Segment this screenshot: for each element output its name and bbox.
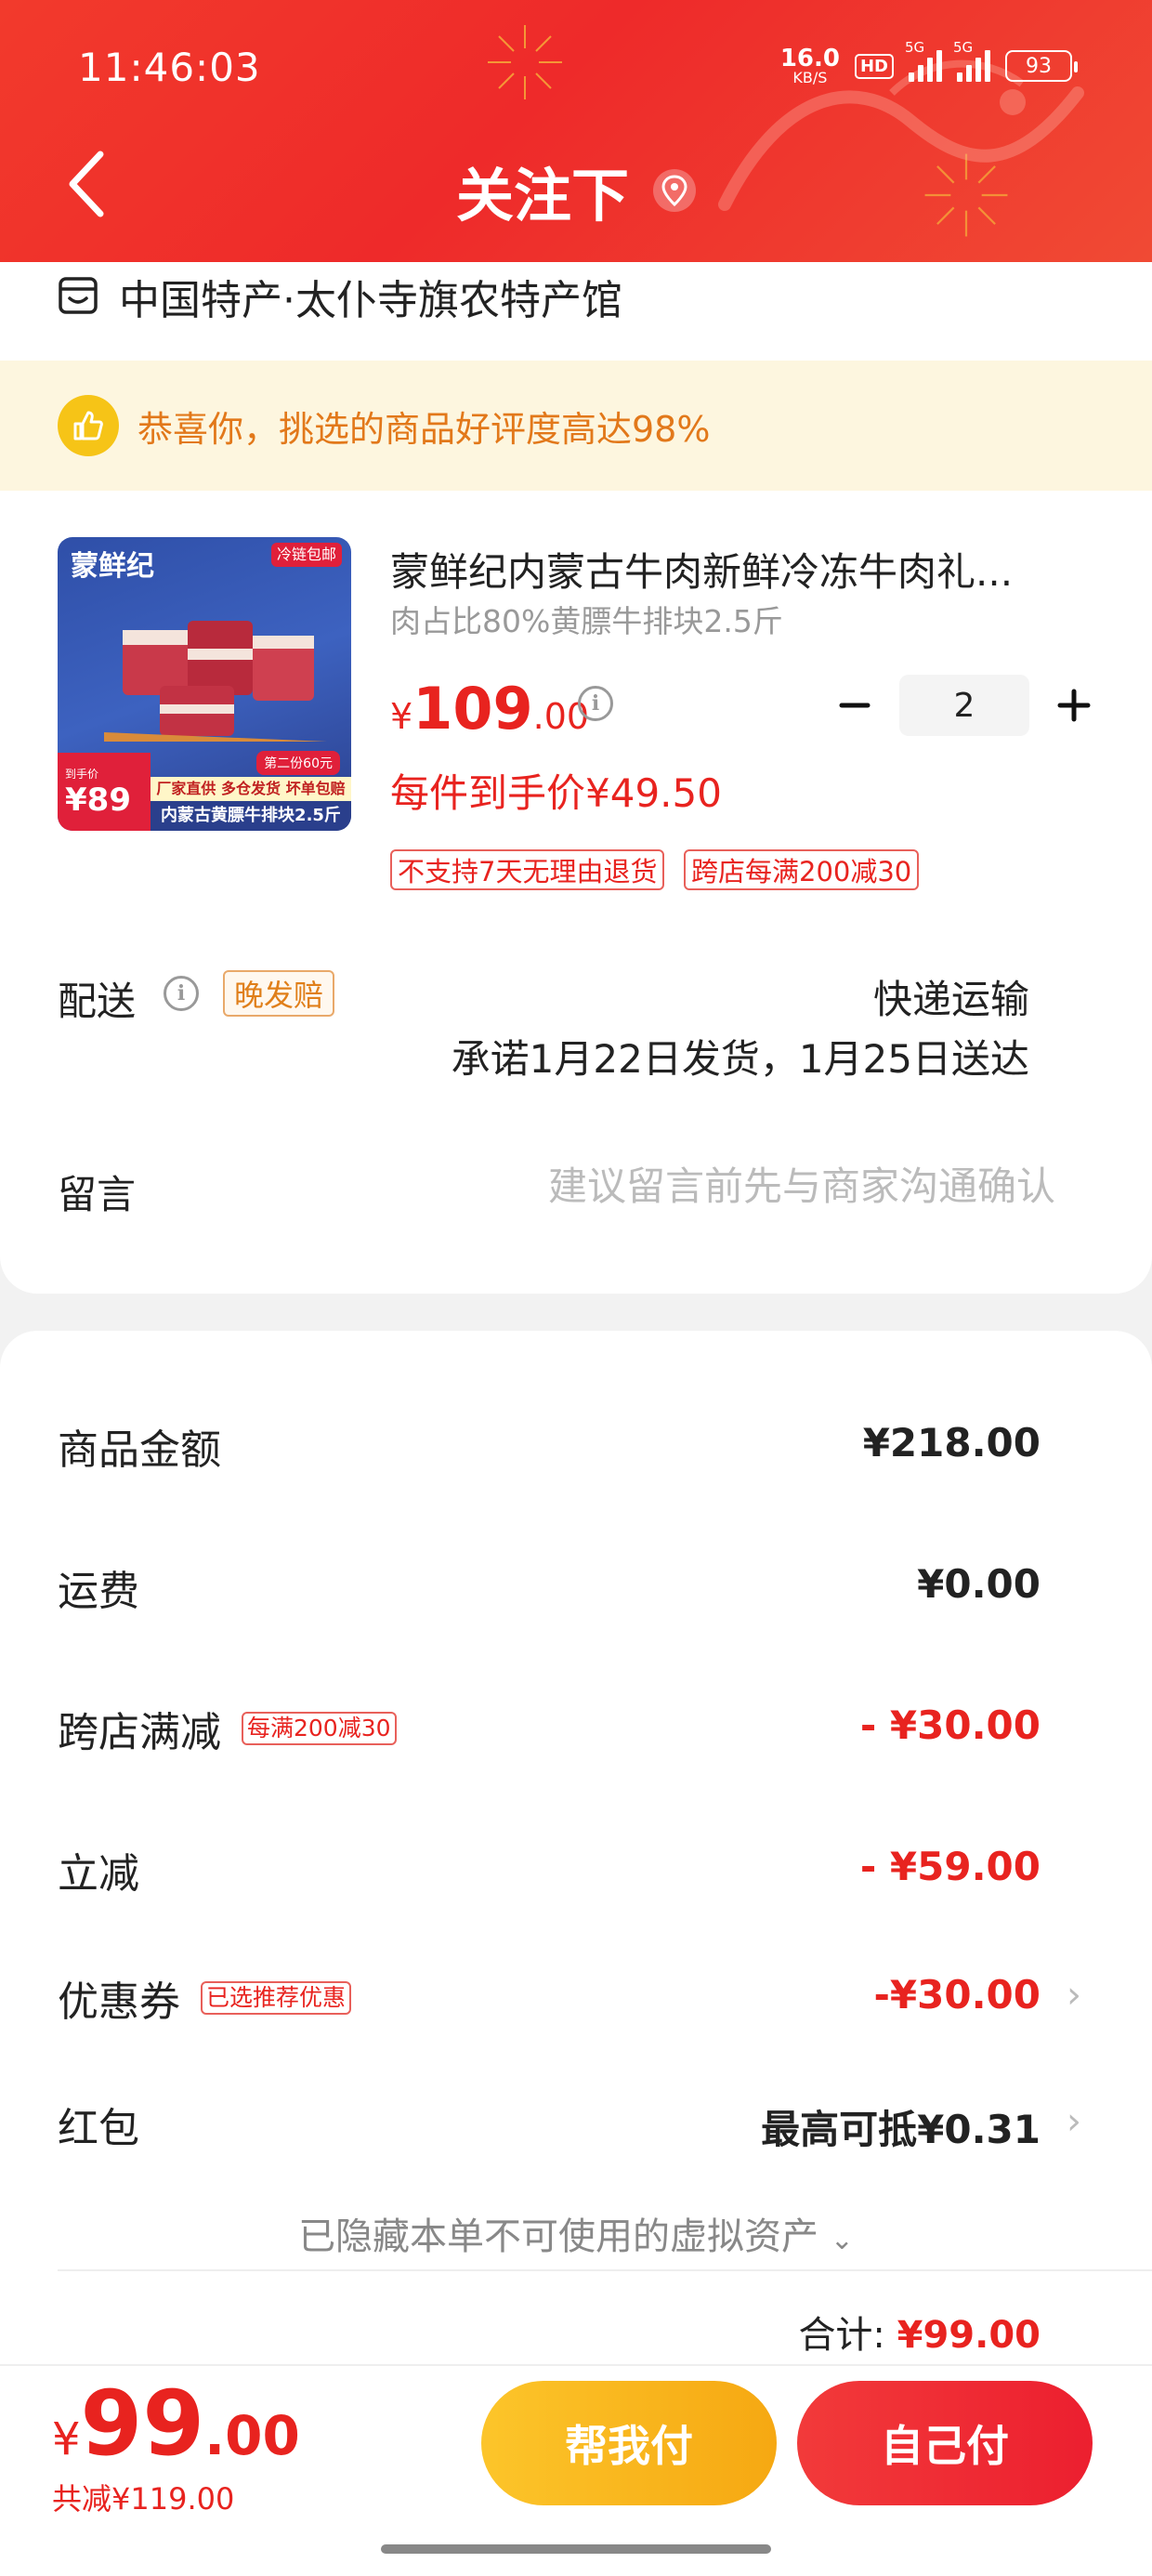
- quantity-stepper: 2: [827, 675, 1102, 736]
- signal-1-label: 5G: [905, 39, 925, 56]
- product-image[interactable]: 蒙鲜纪 冷链包邮 到手价 ¥89 第二份60元 厂家直供 多仓发货 坏单包赔 内…: [58, 537, 351, 831]
- red-packet-value: 最高可抵¥0.31: [761, 2107, 1041, 2152]
- signal-1-icon: 5G: [905, 39, 942, 82]
- quantity-value[interactable]: 2: [899, 675, 1029, 736]
- final-price-decimal: .00: [204, 2404, 300, 2467]
- product-image-brand: 蒙鲜纪: [71, 550, 154, 583]
- product-image-corner-tag: 冷链包邮: [270, 543, 342, 567]
- product-price-integer: 109: [412, 675, 533, 743]
- coupon-row[interactable]: 优惠券 已选推荐优惠 -¥30.00 ›: [58, 1968, 1152, 2033]
- cross-store-value: - ¥30.00: [859, 1702, 1041, 1748]
- instant-discount-value: - ¥59.00: [859, 1844, 1041, 1889]
- status-time: 11:46:03: [78, 45, 261, 90]
- battery-level: 93: [1026, 54, 1052, 78]
- final-price-integer: 99: [80, 2372, 205, 2476]
- chevron-right-icon[interactable]: ›: [1067, 2100, 1081, 2143]
- red-packet-row[interactable]: 红包 最高可抵¥0.31 ›: [58, 2095, 1152, 2160]
- cross-store-row: 跨店满减 每满200减30 - ¥30.00: [58, 1699, 1152, 1764]
- product-price: ¥ 109 .00: [390, 675, 589, 743]
- status-indicators: 16.0 KB/S HD 5G 5G 93: [780, 39, 1078, 85]
- plus-button[interactable]: [1046, 677, 1102, 733]
- cross-store-discount-tag: 跨店每满200减30: [684, 849, 920, 890]
- rating-banner: 恭喜你，挑选的商品好评度高达98%: [0, 361, 1152, 491]
- product-price-currency: ¥: [390, 696, 413, 737]
- hidden-assets-text: 已隐藏本单不可使用的虚拟资产: [298, 2215, 819, 2258]
- signal-2-icon: 5G: [953, 39, 990, 82]
- firework-decoration-icon: [488, 25, 562, 99]
- total-saved: 共减¥119.00: [52, 2481, 235, 2517]
- coupon-value: -¥30.00: [873, 1972, 1041, 2017]
- instant-discount-row: 立减 - ¥59.00: [58, 1840, 1152, 1905]
- cross-store-rule-tag: 每满200减30: [242, 1712, 397, 1745]
- thumbs-up-icon: [58, 395, 119, 456]
- rating-banner-text: 恭喜你，挑选的商品好评度高达98%: [137, 408, 711, 450]
- network-speed: 16.0 KB/S: [780, 46, 840, 85]
- total-label: 合计:: [798, 2314, 885, 2357]
- summary-divider: [58, 2269, 1152, 2271]
- location-pin-icon[interactable]: [653, 169, 696, 212]
- plus-icon: [1057, 689, 1091, 722]
- minus-button[interactable]: [827, 677, 883, 733]
- beef-cubes-icon: [104, 621, 327, 742]
- delivery-method[interactable]: 快递运输: [873, 968, 1029, 1025]
- product-image-second-offer: 第二份60元: [256, 751, 340, 775]
- instant-discount-label: 立减: [58, 1850, 139, 1898]
- signal-2-label: 5G: [953, 39, 974, 56]
- minus-icon: [839, 703, 871, 708]
- final-price-currency: ¥: [52, 2413, 81, 2465]
- cross-store-label-wrap: 跨店满减 每满200减30: [58, 1699, 397, 1758]
- help-me-pay-button[interactable]: 帮我付: [481, 2381, 777, 2505]
- hd-icon: HD: [854, 53, 894, 79]
- goods-amount-label: 商品金额: [58, 1426, 221, 1474]
- message-label: 留言: [58, 1172, 137, 1217]
- store-row[interactable]: 中国特产·太仆寺旗农特产馆: [58, 266, 622, 327]
- order-card: 中国特产·太仆寺旗农特产馆 恭喜你，挑选的商品好评度高达98% 蒙鲜纪 冷链包邮…: [0, 262, 1152, 1294]
- shipping-label: 运费: [58, 1568, 139, 1615]
- header-title-wrap: 关注下: [0, 149, 1152, 232]
- delivery-label: 配送: [58, 979, 137, 1024]
- header: 11:46:03 16.0 KB/S HD 5G 5G 93 关注下: [0, 0, 1152, 262]
- hidden-assets-toggle[interactable]: 已隐藏本单不可使用的虚拟资产 ⌄: [0, 2206, 1152, 2260]
- product-image-price-label: 到手价: [65, 767, 99, 781]
- product-image-price-value: ¥89: [65, 781, 131, 819]
- message-input[interactable]: [405, 1156, 1055, 1216]
- shipping-row: 运费 ¥0.00: [58, 1557, 1152, 1623]
- product-title[interactable]: 蒙鲜纪内蒙古牛肉新鲜冷冻牛肉礼...: [390, 541, 1059, 598]
- battery-icon: 93: [1005, 50, 1078, 82]
- delivery-promise: 承诺1月22日发货，1月25日送达: [451, 1036, 1029, 1082]
- unit-price: 每件到手价¥49.50: [390, 770, 722, 816]
- coupon-label-wrap: 优惠券 已选推荐优惠: [58, 1968, 352, 2028]
- network-speed-value: 16.0: [779, 45, 840, 72]
- home-indicator[interactable]: [381, 2544, 771, 2554]
- network-speed-unit: KB/S: [792, 69, 828, 86]
- total-value: ¥99.00: [897, 2314, 1041, 2357]
- no-return-tag: 不支持7天无理由退货: [390, 849, 665, 890]
- final-price: ¥ 99 .00: [52, 2372, 300, 2476]
- goods-amount-value: ¥218.00: [862, 1420, 1041, 1465]
- delivery-info-icon[interactable]: i: [164, 976, 199, 1011]
- store-name: 中国特产·太仆寺旗农特产馆: [119, 277, 622, 324]
- goods-amount-row: 商品金额 ¥218.00: [58, 1416, 1152, 1481]
- product-image-strip-1: 厂家直供 多仓发货 坏单包赔: [151, 777, 351, 801]
- red-packet-label: 红包: [58, 2105, 139, 2152]
- chevron-down-icon: ⌄: [830, 2224, 854, 2256]
- coupon-label: 优惠券: [58, 1978, 180, 2026]
- total-row: 合计: ¥99.00: [798, 2305, 1041, 2359]
- page-title: 关注下: [455, 162, 629, 230]
- chevron-right-icon[interactable]: ›: [1067, 1974, 1081, 2017]
- price-info-icon[interactable]: i: [578, 686, 613, 721]
- coupon-selected-tag: 已选推荐优惠: [201, 1981, 352, 2015]
- product-image-strip-2: 内蒙古黄膘牛排块2.5斤: [151, 801, 351, 831]
- cross-store-label: 跨店满减: [58, 1709, 221, 1756]
- shipping-value: ¥0.00: [917, 1561, 1041, 1607]
- product-spec[interactable]: 肉占比80%黄膘牛排块2.5斤: [390, 597, 783, 641]
- pay-myself-button[interactable]: 自己付: [797, 2381, 1093, 2505]
- product-image-price: 到手价 ¥89: [58, 753, 151, 831]
- late-compensation-tag: 晚发赔: [223, 970, 335, 1017]
- store-icon: [59, 277, 98, 314]
